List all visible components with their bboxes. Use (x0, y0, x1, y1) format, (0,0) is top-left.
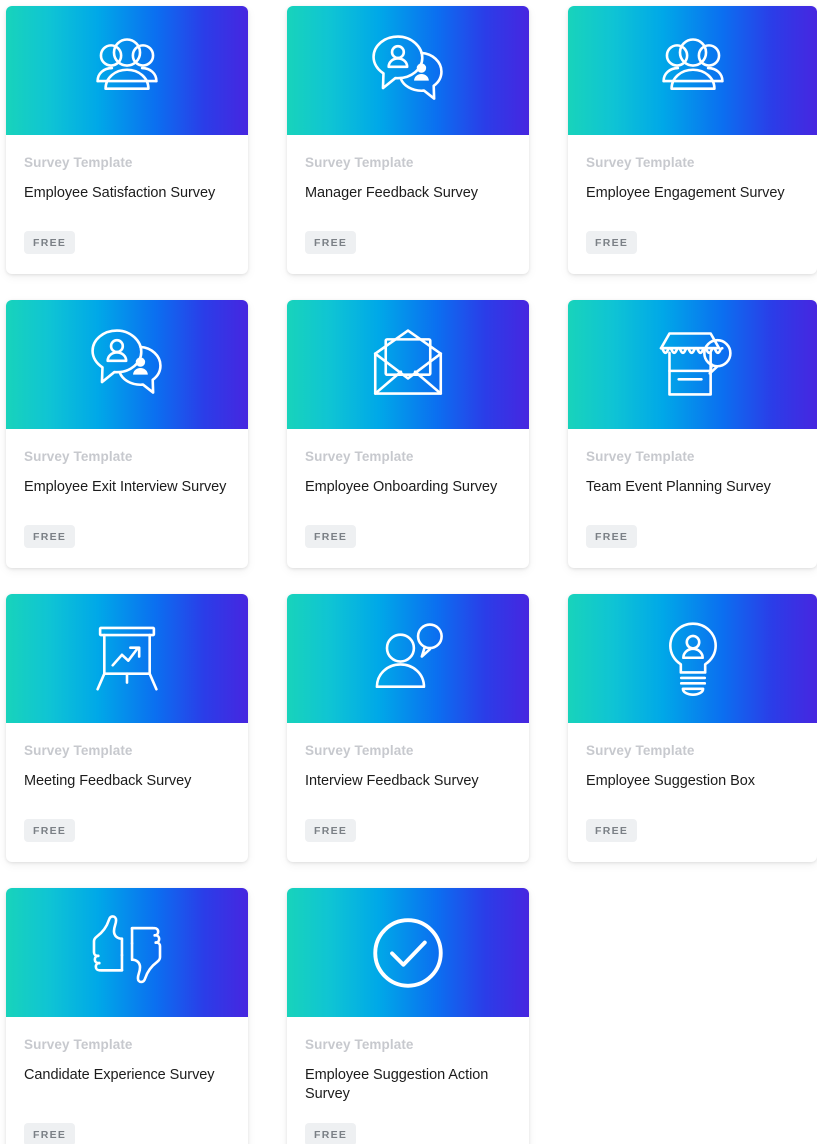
card-media (6, 6, 248, 135)
survey-template-card[interactable]: Survey Template Manager Feedback Survey FR… (287, 6, 529, 274)
card-eyebrow: Survey Template (586, 743, 695, 758)
card-media (287, 300, 529, 429)
card-title: Team Event Planning Survey (586, 479, 771, 496)
card-badge-row: FREE (586, 819, 799, 862)
open-envelope-icon (373, 328, 443, 395)
card-media (287, 594, 529, 723)
price-badge: FREE (586, 525, 638, 548)
card-eyebrow: Survey Template (586, 155, 695, 170)
card-body: Survey Template Employee Suggestion Actio… (287, 1017, 529, 1144)
card-media (568, 300, 817, 429)
card-badge-row: FREE (24, 525, 230, 568)
card-body: Survey Template Employee Suggestion Box FR… (568, 723, 817, 862)
card-eyebrow: Survey Template (24, 449, 133, 464)
card-body: Survey Template Employee Satisfaction Sur… (6, 135, 248, 274)
two-speech-bubbles-with-people-icon (372, 34, 443, 100)
price-badge: FREE (305, 819, 357, 842)
survey-template-card[interactable]: Survey Template Team Event Planning Surve… (568, 300, 817, 568)
card-badge-row: FREE (586, 525, 799, 568)
group-of-people-icon (96, 37, 158, 90)
price-badge: FREE (24, 525, 76, 548)
price-badge: FREE (586, 231, 638, 254)
card-badge-row: FREE (305, 1123, 511, 1144)
price-badge: FREE (586, 819, 638, 842)
presentation-board-chart-icon (96, 626, 158, 691)
check-circle-icon (373, 917, 443, 988)
card-title: Manager Feedback Survey (305, 185, 478, 202)
card-eyebrow: Survey Template (305, 449, 414, 464)
price-badge: FREE (305, 231, 357, 254)
card-media (287, 6, 529, 135)
group-of-people-icon (661, 37, 724, 90)
card-eyebrow: Survey Template (24, 743, 133, 758)
card-body: Survey Template Employee Exit Interview S… (6, 429, 248, 568)
card-badge-row: FREE (305, 525, 511, 568)
survey-template-grid: Survey Template Employee Satisfaction Sur… (0, 0, 817, 1144)
price-badge: FREE (24, 1123, 76, 1144)
card-eyebrow: Survey Template (305, 155, 414, 170)
card-badge-row: FREE (586, 231, 799, 274)
storefront-with-speech-bubble-icon (659, 331, 732, 396)
card-eyebrow: Survey Template (305, 743, 414, 758)
card-badge-row: FREE (24, 231, 230, 274)
card-title: Candidate Experience Survey (24, 1067, 215, 1084)
survey-template-card[interactable]: Survey Template Interview Feedback Survey… (287, 594, 529, 862)
card-body: Survey Template Manager Feedback Survey FR… (287, 135, 529, 274)
card-badge-row: FREE (305, 819, 511, 862)
card-eyebrow: Survey Template (305, 1037, 414, 1052)
survey-template-card[interactable]: Survey Template Employee Engagement Surve… (568, 6, 817, 274)
card-badge-row: FREE (24, 1123, 230, 1144)
survey-template-card[interactable]: Survey Template Employee Suggestion Actio… (287, 888, 529, 1144)
card-eyebrow: Survey Template (586, 449, 695, 464)
card-body: Survey Template Employee Onboarding Surve… (287, 429, 529, 568)
card-title: Meeting Feedback Survey (24, 773, 192, 790)
card-media (568, 594, 817, 723)
price-badge: FREE (305, 1123, 357, 1144)
survey-template-card[interactable]: Survey Template Employee Suggestion Box FR… (568, 594, 817, 862)
thumbs-up-thumbs-down-icon (92, 914, 162, 983)
card-body: Survey Template Candidate Experience Surv… (6, 1017, 248, 1144)
survey-template-card[interactable]: Survey Template Meeting Feedback Survey FR… (6, 594, 248, 862)
price-badge: FREE (305, 525, 357, 548)
lightbulb-with-person-icon (668, 621, 717, 696)
card-media (6, 300, 248, 429)
card-body: Survey Template Team Event Planning Surve… (568, 429, 817, 568)
survey-template-card[interactable]: Survey Template Employee Exit Interview S… (6, 300, 248, 568)
card-title: Employee Suggestion Action Survey (305, 1067, 489, 1103)
price-badge: FREE (24, 231, 76, 254)
card-badge-row: FREE (24, 819, 230, 862)
card-eyebrow: Survey Template (24, 1037, 133, 1052)
card-body: Survey Template Meeting Feedback Survey FR… (6, 723, 248, 862)
price-badge: FREE (24, 819, 76, 842)
person-with-speech-bubble-icon (375, 622, 443, 688)
card-title: Employee Suggestion Box (586, 773, 755, 790)
survey-template-card[interactable]: Survey Template Employee Satisfaction Sur… (6, 6, 248, 274)
card-title: Interview Feedback Survey (305, 773, 479, 790)
card-media (6, 594, 248, 723)
card-body: Survey Template Employee Engagement Surve… (568, 135, 817, 274)
card-badge-row: FREE (305, 231, 511, 274)
survey-template-card[interactable]: Survey Template Candidate Experience Surv… (6, 888, 248, 1144)
survey-template-card[interactable]: Survey Template Employee Onboarding Surve… (287, 300, 529, 568)
two-speech-bubbles-with-people-icon (91, 328, 162, 394)
card-body: Survey Template Interview Feedback Survey… (287, 723, 529, 862)
card-title: Employee Onboarding Survey (305, 479, 498, 496)
card-media (287, 888, 529, 1017)
card-title: Employee Engagement Survey (586, 185, 785, 202)
card-media (568, 6, 817, 135)
card-eyebrow: Survey Template (24, 155, 133, 170)
card-media (6, 888, 248, 1017)
card-title: Employee Exit Interview Survey (24, 479, 227, 496)
card-title: Employee Satisfaction Survey (24, 185, 216, 202)
